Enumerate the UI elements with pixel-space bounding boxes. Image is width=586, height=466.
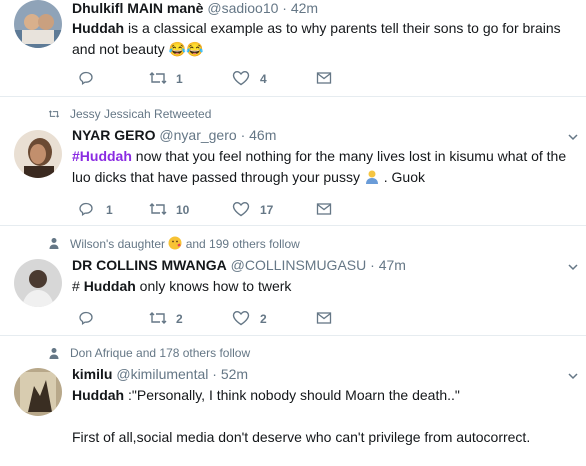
envelope-icon [316, 72, 332, 84]
person-icon [49, 238, 59, 249]
tweet-header: DR COLLINS MWANGA @COLLINSMUGASU · 47m [72, 257, 406, 273]
timestamp[interactable]: 47m [379, 257, 406, 273]
tweet-text-line3: First of all,social media don't deserve … [72, 429, 531, 445]
heart-icon [232, 310, 250, 326]
action-bar: 1 10 17 [72, 200, 332, 220]
heart-icon [232, 70, 250, 86]
retweet-count: 10 [176, 203, 190, 217]
user-handle[interactable]: @kimilumental [116, 366, 208, 382]
chevron-down-icon[interactable] [566, 369, 580, 383]
tweet-header: Dhulkifl MAIN manè @sadioo10 · 42m [72, 0, 318, 16]
reply-icon [79, 311, 93, 326]
kiss-emoji-icon [168, 236, 182, 250]
chevron-down-icon[interactable] [566, 130, 580, 144]
retweet-icon [149, 72, 167, 84]
hashtag-huddah[interactable]: #Huddah [72, 148, 132, 164]
timestamp[interactable]: 46m [249, 127, 276, 143]
retweet-icon [149, 312, 167, 324]
follow-context-rest: and 199 others follow [185, 237, 300, 251]
reply-icon [79, 202, 93, 217]
user-handle[interactable]: @sadioo10 [207, 0, 278, 16]
tweet-text: #Huddah now that you feel nothing for th… [72, 146, 578, 188]
separator-dot: · [240, 127, 246, 143]
person-emoji-icon [365, 170, 378, 184]
like-count: 17 [260, 203, 274, 217]
tweet-2[interactable]: Jessy Jessicah Retweeted NYAR GERO @nyar… [0, 97, 586, 226]
reply-count: 1 [106, 203, 113, 217]
display-name[interactable]: Dhulkifl MAIN manè [72, 0, 203, 16]
person-icon [49, 348, 59, 359]
follow-context-text: Wilson's daughter and 199 others follow [70, 236, 300, 251]
hash-prefix: # [72, 278, 84, 294]
retweeted-by[interactable]: Jessy Jessicah Retweeted [70, 107, 211, 121]
mention-huddah[interactable]: Huddah [72, 20, 124, 36]
tweet-header: kimilu @kimilumental · 52m [72, 366, 248, 382]
retweet-icon [149, 203, 167, 215]
timestamp[interactable]: 52m [221, 366, 248, 382]
mention-huddah[interactable]: Huddah [72, 387, 124, 403]
retweet-count: 2 [176, 312, 183, 326]
retweet-context-icon [48, 110, 60, 118]
display-name[interactable]: DR COLLINS MWANGA [72, 257, 227, 273]
tweet-text: Huddah is a classical example as to why … [72, 18, 578, 60]
tweet-text-line2: and not beauty [72, 41, 165, 57]
tweet-text-line1: is a classical example as to why parents… [124, 20, 561, 36]
mention-huddah[interactable]: Huddah [84, 278, 136, 294]
reply-icon [79, 71, 93, 86]
tweet-text: Huddah :"Personally, I think nobody shou… [72, 385, 578, 406]
tweet-text-line2: luo dicks that have passed through your … [72, 169, 360, 185]
action-bar: 1 4 [72, 69, 332, 89]
avatar[interactable] [14, 130, 62, 178]
tweet-3[interactable]: Wilson's daughter and 199 others follow … [0, 226, 586, 336]
user-handle[interactable]: @nyar_gero [159, 127, 236, 143]
timeline: Dhulkifl MAIN manè @sadioo10 · 42m Hudda… [0, 0, 586, 456]
user-handle[interactable]: @COLLINSMUGASU [231, 257, 367, 273]
avatar[interactable] [14, 259, 62, 307]
tweet-header: NYAR GERO @nyar_gero · 46m [72, 127, 276, 143]
tweet-text-rest: :"Personally, I think nobody should Moar… [124, 387, 460, 403]
tweet-text-paragraph-2: First of all,social media don't deserve … [72, 427, 578, 448]
follow-context-text[interactable]: Don Afrique and 178 others follow [70, 346, 250, 360]
timestamp[interactable]: 42m [291, 0, 318, 16]
laughing-emoji: 😂😂 [168, 41, 204, 57]
display-name[interactable]: kimilu [72, 366, 112, 382]
heart-icon [232, 201, 250, 217]
tweet-1[interactable]: Dhulkifl MAIN manè @sadioo10 · 42m Hudda… [0, 0, 586, 97]
envelope-icon [316, 312, 332, 324]
tweet-text-rest: only knows how to twerk [135, 278, 292, 294]
follower-name[interactable]: Wilson's daughter [70, 237, 165, 251]
chevron-down-icon[interactable] [566, 260, 580, 274]
tweet-text: # Huddah only knows how to twerk [72, 276, 578, 297]
retweet-count: 1 [176, 72, 183, 86]
action-bar: 2 2 [72, 309, 332, 329]
avatar[interactable] [14, 368, 62, 416]
separator-dot: · [212, 366, 217, 382]
separator-dot: · [282, 0, 287, 16]
tweet-4[interactable]: Don Afrique and 178 others follow kimilu… [0, 336, 586, 466]
tweet-text-line2-end: . Guok [383, 169, 425, 185]
avatar[interactable] [14, 0, 62, 48]
separator-dot: · [370, 257, 375, 273]
tweet-text-line1: now that you feel nothing for the many l… [131, 148, 567, 164]
envelope-icon [316, 203, 332, 215]
like-count: 4 [260, 72, 267, 86]
like-count: 2 [260, 312, 267, 326]
display-name[interactable]: NYAR GERO [72, 127, 156, 143]
